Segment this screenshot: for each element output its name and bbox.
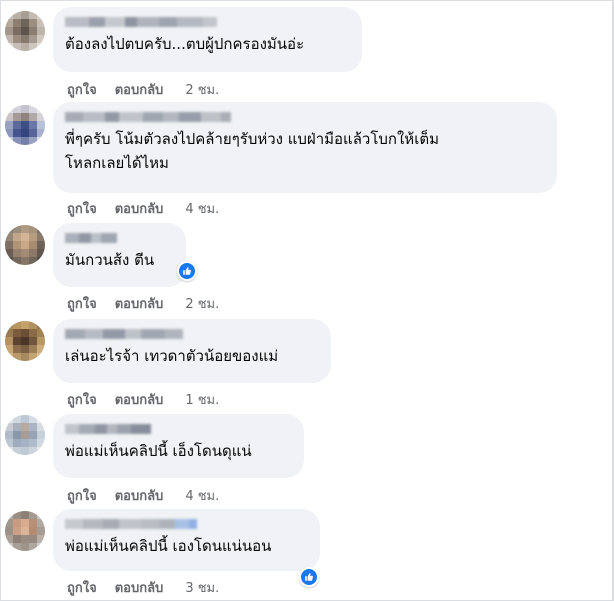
comment-text: เล่นอะไรจ้า เทวดาตัวน้อยของแม่ xyxy=(65,347,279,365)
comment-actions: ถูกใจ ตอบกลับ 2 ชม. xyxy=(67,80,219,98)
reply-button[interactable]: ตอบกลับ xyxy=(115,198,164,219)
comment-timestamp[interactable]: 2 ชม. xyxy=(185,293,219,314)
comment-bubble: มันกวนส้ง ตีน xyxy=(53,223,186,287)
comment-text: มันกวนส้ง ตีน xyxy=(65,251,155,269)
commenter-name[interactable] xyxy=(65,15,350,29)
commenter-name[interactable] xyxy=(65,110,545,124)
commenter-name[interactable] xyxy=(65,517,308,531)
comment-bubble: ต้องลงไปตบครับ...ตบผู้ปกครองมันอ่ะ xyxy=(53,7,362,72)
reply-button[interactable]: ตอบกลับ xyxy=(115,389,164,410)
comment-text: พ่อแม่เห็นคลิปนี้ เองโดนแน่นอน xyxy=(65,537,272,555)
comment-text: พี่ๆครับ โน้มตัวลงไปคล้ายๆรับห่วง แบฝ่าม… xyxy=(65,130,439,148)
avatar[interactable] xyxy=(5,321,45,361)
comment-bubble: พ่อแม่เห็นคลิปนี้ เองโดนแน่นอน xyxy=(53,509,320,571)
comment-actions: ถูกใจ ตอบกลับ 1 ชม. xyxy=(67,390,219,408)
comment-timestamp[interactable]: 2 ชม. xyxy=(185,79,219,100)
avatar[interactable] xyxy=(5,105,45,145)
comment-actions: ถูกใจ ตอบกลับ 4 ชม. xyxy=(67,486,219,504)
comment-timestamp[interactable]: 4 ชม. xyxy=(185,485,219,506)
reply-button[interactable]: ตอบกลับ xyxy=(115,79,164,100)
comment-actions: ถูกใจ ตอบกลับ 3 ชม. xyxy=(67,578,219,596)
comment-timestamp[interactable]: 3 ชม. xyxy=(185,577,219,598)
comment-text: ต้องลงไปตบครับ...ตบผู้ปกครองมันอ่ะ xyxy=(65,35,305,53)
reaction-badge[interactable] xyxy=(177,261,197,281)
like-thumb-icon xyxy=(301,569,317,585)
commenter-name[interactable] xyxy=(65,231,174,245)
reaction-badge[interactable] xyxy=(299,567,319,587)
avatar[interactable] xyxy=(5,11,45,51)
comment-timestamp[interactable]: 1 ชม. xyxy=(185,389,219,410)
comment-text: พ่อแม่เห็นคลิปนี้ เอ็งโดนดุแน่ xyxy=(65,442,252,460)
commenter-name[interactable] xyxy=(65,327,319,341)
comment-timestamp[interactable]: 4 ชม. xyxy=(185,198,219,219)
like-button[interactable]: ถูกใจ xyxy=(67,485,97,506)
comment-actions: ถูกใจ ตอบกลับ 2 ชม. xyxy=(67,294,219,312)
avatar[interactable] xyxy=(5,415,45,455)
like-button[interactable]: ถูกใจ xyxy=(67,577,97,598)
comment-bubble: พี่ๆครับ โน้มตัวลงไปคล้ายๆรับห่วง แบฝ่าม… xyxy=(53,102,557,193)
comment-bubble: เล่นอะไรจ้า เทวดาตัวน้อยของแม่ xyxy=(53,319,331,383)
avatar[interactable] xyxy=(5,511,45,551)
like-thumb-icon xyxy=(179,263,195,279)
comment-text-line-2: โหลกเลยได้ไหม xyxy=(65,154,169,172)
like-button[interactable]: ถูกใจ xyxy=(67,198,97,219)
reply-button[interactable]: ตอบกลับ xyxy=(115,293,164,314)
comment-actions: ถูกใจ ตอบกลับ 4 ชม. xyxy=(67,199,219,217)
commenter-name[interactable] xyxy=(65,422,292,436)
like-button[interactable]: ถูกใจ xyxy=(67,79,97,100)
like-button[interactable]: ถูกใจ xyxy=(67,293,97,314)
reply-button[interactable]: ตอบกลับ xyxy=(115,577,164,598)
like-button[interactable]: ถูกใจ xyxy=(67,389,97,410)
avatar[interactable] xyxy=(5,225,45,265)
comment-list: ต้องลงไปตบครับ...ตบผู้ปกครองมันอ่ะ ถูกใจ… xyxy=(0,0,614,601)
comment-bubble: พ่อแม่เห็นคลิปนี้ เอ็งโดนดุแน่ xyxy=(53,414,304,478)
reply-button[interactable]: ตอบกลับ xyxy=(115,485,164,506)
